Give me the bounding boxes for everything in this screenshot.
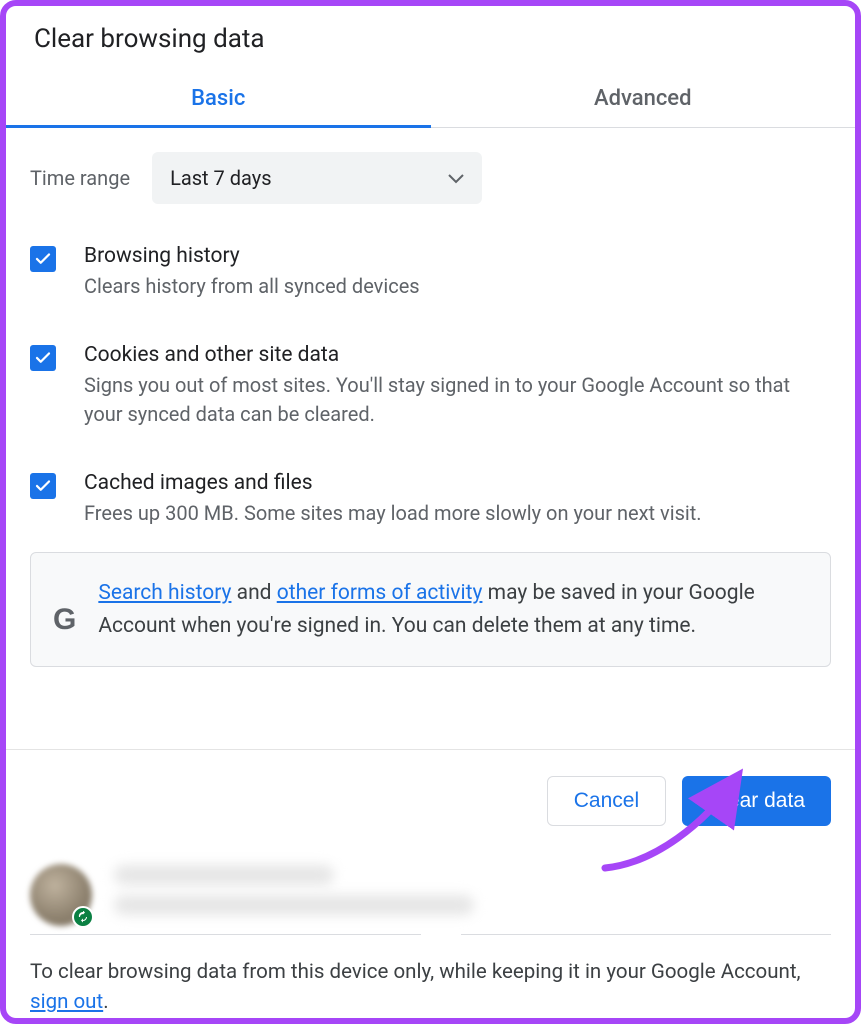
option-desc: Clears history from all synced devices [84,272,831,301]
option-title: Cookies and other site data [84,343,831,367]
clear-browsing-data-dialog: Clear browsing data Basic Advanced Time … [0,0,861,1024]
clear-data-button[interactable]: Clear data [682,776,831,826]
footer-text: To clear browsing data from this device … [6,935,855,1019]
cancel-button[interactable]: Cancel [547,776,666,826]
tab-basic[interactable]: Basic [6,72,431,127]
google-account-info: G Search history and other forms of acti… [30,552,831,667]
option-desc: Signs you out of most sites. You'll stay… [84,371,831,429]
footer-fragment: To clear browsing data from this device … [30,960,801,984]
tab-advanced[interactable]: Advanced [431,72,856,127]
tabs: Basic Advanced [6,72,855,128]
option-title: Cached images and files [84,471,831,495]
link-search-history[interactable]: Search history [98,581,231,605]
option-desc: Frees up 300 MB. Some sites may load mor… [84,499,831,528]
option-cache: Cached images and files Frees up 300 MB.… [30,471,831,528]
avatar [30,864,92,926]
option-cookies: Cookies and other site data Signs you ou… [30,343,831,429]
link-sign-out[interactable]: sign out [30,990,103,1014]
google-icon: G [53,603,76,637]
info-text: Search history and other forms of activi… [98,577,808,642]
time-range-row: Time range Last 7 days [30,152,831,204]
time-range-label: Time range [30,166,130,190]
info-text-fragment: and [231,581,276,605]
account-details-redacted [114,865,831,925]
divider [6,926,855,935]
option-browsing-history: Browsing history Clears history from all… [30,244,831,301]
dialog-title: Clear browsing data [6,6,855,72]
checkbox-cache[interactable] [30,473,56,499]
dialog-body: Time range Last 7 days Browsing history … [6,128,855,749]
checkbox-cookies[interactable] [30,345,56,371]
time-range-select[interactable]: Last 7 days [152,152,482,204]
account-area [6,850,855,926]
sync-badge-icon [72,906,94,928]
dialog-buttons: Cancel Clear data [6,749,855,850]
checkbox-browsing-history[interactable] [30,246,56,272]
time-range-value: Last 7 days [170,166,271,190]
footer-fragment: . [103,990,108,1014]
link-other-activity[interactable]: other forms of activity [277,581,483,605]
option-title: Browsing history [84,244,831,268]
chevron-down-icon [448,169,464,188]
